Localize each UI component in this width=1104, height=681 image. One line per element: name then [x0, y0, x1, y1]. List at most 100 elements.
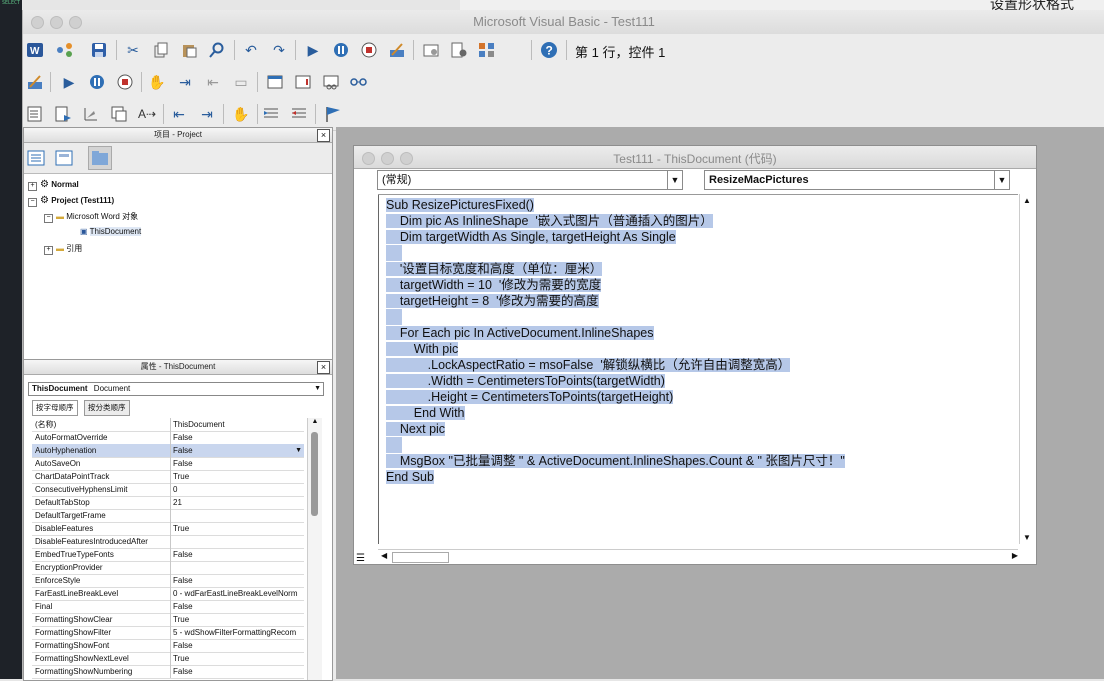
property-value[interactable]: True — [173, 613, 304, 626]
code-line[interactable]: .Width = CentimetersToPoints(targetWidth… — [386, 373, 665, 389]
code-line[interactable] — [386, 437, 402, 453]
property-row[interactable]: FormattingShowNextLevel True — [32, 652, 304, 666]
property-row[interactable]: AutoSaveOn False — [32, 457, 304, 471]
property-value[interactable]: 5 - wdShowFilterFormattingRecom — [173, 626, 304, 639]
code-editor[interactable]: Sub ResizePicturesFixed() Dim pic As Inl… — [378, 194, 1018, 545]
tab-categorized[interactable]: 按分类顺序 — [84, 400, 130, 416]
object-selector[interactable]: ThisDocument Document ▼ — [28, 382, 324, 396]
property-row[interactable]: ConsecutiveHyphensLimit 0 — [32, 483, 304, 497]
tree-item-thisdocument[interactable]: ▣ ThisDocument — [80, 227, 142, 236]
word-icon[interactable]: W — [25, 40, 45, 60]
uncomment-block-icon[interactable] — [289, 104, 309, 124]
property-row[interactable]: (名称) ThisDocument — [32, 418, 304, 432]
redo-icon[interactable]: ↷ — [269, 40, 289, 60]
branch-icon[interactable] — [55, 40, 75, 60]
property-value[interactable]: False — [173, 548, 304, 561]
immediate-icon[interactable] — [293, 72, 313, 92]
chevron-down-icon[interactable]: ▼ — [295, 444, 302, 457]
procedure-combo[interactable]: ResizeMacPictures ▼ — [704, 170, 1010, 190]
close-properties-panel-button[interactable]: × — [317, 361, 330, 374]
code-line[interactable]: With pic — [386, 341, 459, 357]
code-margin[interactable] — [354, 194, 379, 544]
code-line[interactable]: .Height = CentimetersToPoints(targetHeig… — [386, 389, 674, 405]
code-line[interactable]: For Each pic In ActiveDocument.InlineSha… — [386, 325, 654, 341]
property-value[interactable]: 0 - wdFarEastLineBreakLevelNorm — [173, 587, 304, 600]
property-value[interactable]: True — [173, 652, 304, 665]
tree-item-project[interactable]: − ⚙ Project (Test111) — [28, 195, 114, 207]
property-value[interactable]: ThisDocument — [173, 418, 304, 431]
step-into-icon[interactable]: ⇥ — [175, 72, 195, 92]
help-icon[interactable]: ? — [539, 40, 559, 60]
scrollbar-thumb[interactable] — [311, 432, 318, 516]
hscroll-thumb[interactable] — [392, 552, 449, 563]
scroll-up-icon[interactable]: ▲ — [308, 418, 322, 425]
watch-icon[interactable] — [321, 72, 341, 92]
pause-icon[interactable] — [331, 40, 351, 60]
design-mode-icon[interactable] — [387, 40, 407, 60]
property-row[interactable]: DisableFeatures True — [32, 522, 304, 536]
code-line[interactable]: targetHeight = 8 '修改为需要的高度 — [386, 293, 599, 309]
code-line[interactable]: '设置目标宽度和高度（单位：厘米） — [386, 261, 603, 277]
tab-alphabetic[interactable]: 按字母顺序 — [32, 400, 78, 416]
property-value[interactable]: False — [173, 665, 304, 678]
copy-icon[interactable] — [151, 40, 171, 60]
cut-icon[interactable]: ✂ — [123, 40, 143, 60]
code-line[interactable]: Next pic — [386, 421, 446, 437]
property-value[interactable]: False — [173, 574, 304, 587]
property-value[interactable]: False — [173, 600, 304, 613]
indent-icon[interactable]: ⇥ — [197, 104, 217, 124]
save-icon[interactable] — [89, 40, 109, 60]
undo-icon[interactable]: ↶ — [241, 40, 261, 60]
code-line[interactable]: .LockAspectRatio = msoFalse '解锁纵横比（允许自由调… — [386, 357, 791, 373]
property-value[interactable]: False — [173, 444, 304, 457]
scroll-down-icon[interactable]: ▼ — [1020, 533, 1034, 542]
outdent-icon[interactable]: ⇤ — [169, 104, 189, 124]
code-horizontal-scrollbar[interactable]: ◀ ▶ — [378, 549, 1018, 564]
locals-icon[interactable] — [265, 72, 285, 92]
step-out-icon[interactable]: ▭ — [231, 72, 251, 92]
property-row[interactable]: AutoFormatOverride False — [32, 431, 304, 445]
scroll-right-icon[interactable]: ▶ — [1012, 551, 1018, 560]
quick-info-icon[interactable] — [81, 104, 101, 124]
quick-watch-icon[interactable] — [349, 72, 369, 92]
code-line[interactable]: Dim targetWidth As Single, targetHeight … — [386, 229, 676, 245]
pause-icon[interactable] — [87, 72, 107, 92]
code-line[interactable] — [386, 245, 402, 261]
object-combo[interactable]: (常规) ▼ — [377, 170, 683, 190]
toolbox-icon[interactable] — [477, 40, 497, 60]
scroll-left-icon[interactable]: ◀ — [381, 551, 387, 560]
hand-icon[interactable]: ✋ — [231, 104, 251, 124]
scroll-up-icon[interactable]: ▲ — [1020, 196, 1034, 205]
comment-block-icon[interactable] — [261, 104, 281, 124]
property-row[interactable]: Final False — [32, 600, 304, 614]
code-vertical-scrollbar[interactable]: ▲ ▼ — [1019, 194, 1034, 544]
properties-icon[interactable] — [449, 40, 469, 60]
design-mode-icon[interactable] — [25, 72, 45, 92]
tree-item-references[interactable]: + ▬ 引用 — [44, 243, 82, 255]
run-icon[interactable]: ▶ — [303, 40, 323, 60]
tree-item-normal[interactable]: + ⚙ Normal — [28, 179, 79, 191]
code-line[interactable]: End Sub — [386, 469, 434, 485]
property-row[interactable]: EnforceStyle False — [32, 574, 304, 588]
property-value[interactable]: False — [173, 457, 304, 470]
property-row[interactable]: FormattingShowFilter 5 - wdShowFilterForm… — [32, 626, 304, 640]
property-row[interactable]: DisableFeaturesIntroducedAfter — [32, 535, 304, 549]
code-line[interactable]: End With — [386, 405, 465, 421]
hand-icon[interactable]: ✋ — [147, 72, 167, 92]
property-value[interactable]: False — [173, 639, 304, 652]
bookmark-flag-icon[interactable] — [323, 104, 343, 124]
project-explorer-icon[interactable] — [421, 40, 441, 60]
stop-icon[interactable] — [359, 40, 379, 60]
find-icon[interactable] — [207, 40, 227, 60]
property-row[interactable]: FormattingShowNumbering False — [32, 665, 304, 679]
property-value[interactable]: False — [173, 431, 304, 444]
property-row[interactable]: DefaultTabStop 21 — [32, 496, 304, 510]
property-row[interactable]: EmbedTrueTypeFonts False — [32, 548, 304, 562]
property-row[interactable]: DefaultTargetFrame — [32, 509, 304, 523]
property-row[interactable]: FormattingShowClear True — [32, 613, 304, 627]
property-row[interactable]: EncryptionProvider — [32, 561, 304, 575]
tree-item-word-objects[interactable]: − ▬ Microsoft Word 对象 — [44, 211, 138, 223]
property-value[interactable]: True — [173, 470, 304, 483]
run-icon[interactable]: ▶ — [59, 72, 79, 92]
property-row[interactable]: AutoHyphenation False ▼ — [32, 444, 304, 458]
